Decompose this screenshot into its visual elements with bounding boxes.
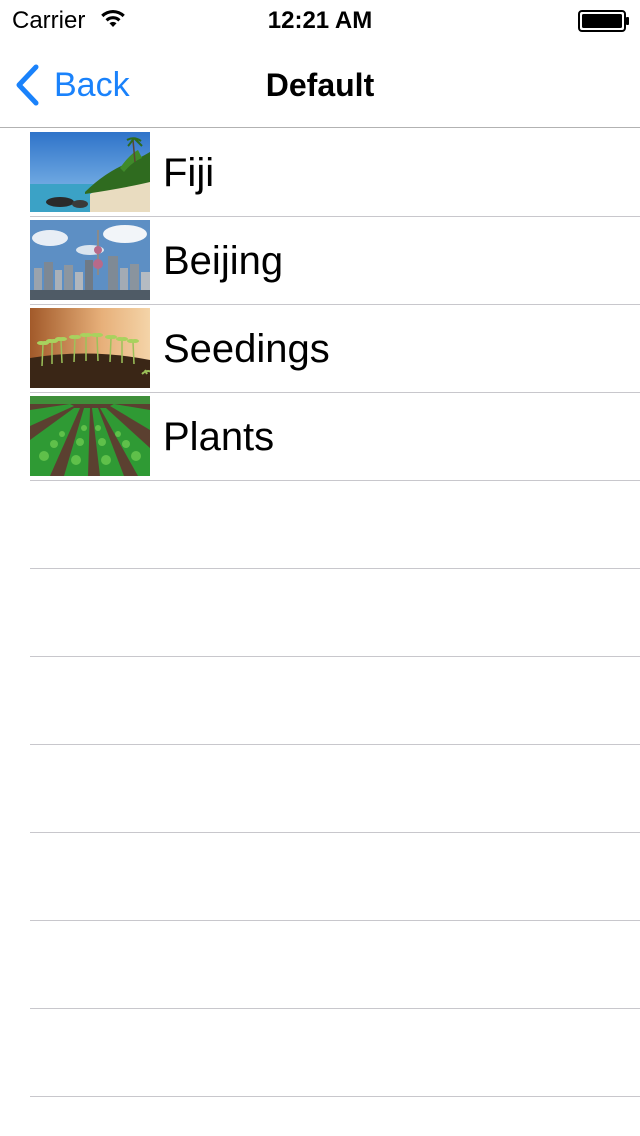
battery-icon [578, 10, 629, 32]
table-row[interactable]: Plants [0, 393, 640, 481]
empty-table-row [0, 657, 640, 745]
city-skyline-photo [30, 220, 150, 300]
row-label: Seedings [163, 327, 330, 371]
status-bar: Carrier 12:21 AM [0, 0, 640, 40]
empty-table-row [0, 569, 640, 657]
navigation-bar: Back Default [0, 40, 640, 128]
row-label: Fiji [163, 151, 215, 195]
table-row[interactable]: Beijing [0, 217, 640, 305]
empty-table-row [0, 921, 640, 1009]
seedlings-photo [30, 308, 150, 388]
page-title: Default [265, 67, 375, 103]
row-label: Plants [163, 415, 275, 459]
beach-photo [30, 132, 150, 212]
table-view[interactable]: Fiji Beijing Seedings Plants [0, 129, 640, 1097]
empty-table-row [0, 1009, 640, 1097]
crop-field-photo [30, 396, 150, 476]
row-label: Beijing [163, 239, 284, 283]
status-time: 12:21 AM [267, 7, 373, 34]
table-row[interactable]: Seedings [0, 305, 640, 393]
empty-table-row [0, 481, 640, 569]
empty-table-row [0, 833, 640, 921]
table-row[interactable]: Fiji [0, 129, 640, 217]
empty-table-row [0, 745, 640, 833]
